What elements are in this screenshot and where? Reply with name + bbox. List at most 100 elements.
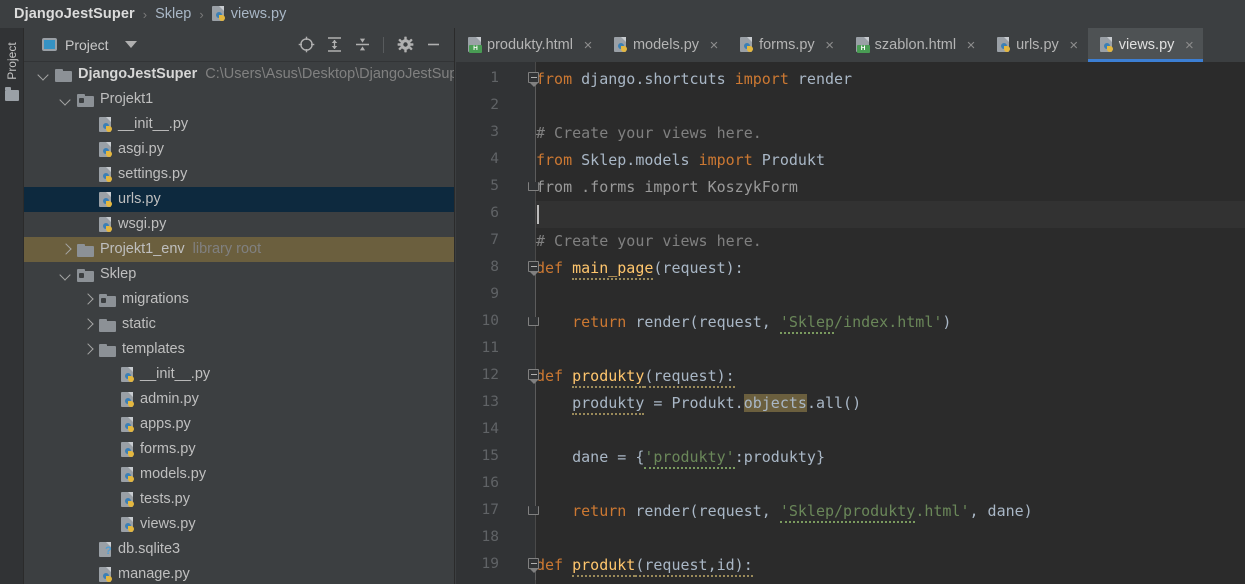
editor-tab-bar: Hprodukty.html × models.py × forms.py × Hszabl…: [456, 28, 1245, 62]
line-number: 12: [481, 367, 499, 383]
chevron-down-icon[interactable]: [124, 41, 137, 48]
tree-row[interactable]: templates: [24, 337, 454, 362]
tree-item-label: asgi.py: [118, 141, 164, 157]
tree-row[interactable]: forms.py: [24, 437, 454, 462]
code-fold-toggle[interactable]: [527, 180, 542, 194]
code-fold-toggle[interactable]: [527, 369, 542, 384]
chevron-right-icon[interactable]: [82, 293, 95, 306]
tree-row[interactable]: admin.py: [24, 387, 454, 412]
collapse-all-icon[interactable]: [350, 33, 374, 57]
tree-row[interactable]: Sklep: [24, 262, 454, 287]
chevron-down-icon[interactable]: [60, 93, 73, 106]
code-fold-toggle[interactable]: [527, 261, 542, 276]
tree-row[interactable]: __init__.py: [24, 362, 454, 387]
tree-row[interactable]: settings.py: [24, 162, 454, 187]
code-fold-toggle[interactable]: [527, 558, 542, 573]
tool-strip-project-button[interactable]: Project: [3, 31, 21, 91]
close-icon[interactable]: ×: [1183, 38, 1195, 53]
text-caret: [537, 205, 539, 224]
python-file-icon: [99, 116, 114, 133]
tree-row[interactable]: models.py: [24, 462, 454, 487]
editor-tab-forms-py[interactable]: forms.py ×: [728, 28, 844, 62]
tree-row[interactable]: DjangoJestSuper C:\Users\Asus\Desktop\Dja…: [24, 62, 454, 87]
tree-item-label: wsgi.py: [118, 216, 167, 232]
breadcrumb-item-sklep[interactable]: Sklep: [155, 6, 191, 22]
tree-row[interactable]: views.py: [24, 512, 454, 537]
python-file-icon: [613, 37, 629, 53]
code-fold-toggle[interactable]: [527, 504, 542, 518]
code-line[interactable]: from django.shortcuts import render: [536, 66, 852, 93]
line-number: 9: [490, 286, 499, 302]
locate-target-icon[interactable]: [294, 33, 318, 57]
line-number: 15: [481, 448, 499, 464]
editor-tab-models-py[interactable]: models.py ×: [602, 28, 728, 62]
close-icon[interactable]: ×: [824, 38, 836, 53]
tree-row[interactable]: asgi.py: [24, 137, 454, 162]
tree-row[interactable]: apps.py: [24, 412, 454, 437]
code-line[interactable]: return render(request, 'Sklep/produkty.h…: [536, 498, 1033, 525]
code-line[interactable]: from Sklep.models import Produkt: [536, 147, 825, 174]
python-file-icon: [99, 166, 114, 183]
python-file-icon: [99, 566, 114, 583]
code-line[interactable]: def produkt(request,id):: [536, 552, 753, 579]
line-number: 10: [481, 313, 499, 329]
line-number: 16: [481, 475, 499, 491]
chevron-right-icon[interactable]: [82, 343, 95, 356]
tree-row[interactable]: urls.py: [24, 187, 454, 212]
tree-row[interactable]: wsgi.py: [24, 212, 454, 237]
tree-row[interactable]: static: [24, 312, 454, 337]
close-icon[interactable]: ×: [582, 38, 594, 53]
tree-row[interactable]: ? db.sqlite3: [24, 537, 454, 562]
code-editor[interactable]: 1 2 3 4 5 6 7 8 9 10 11 12 13 14 15 16 17 18 19 from djang…: [456, 62, 1245, 584]
tree-row[interactable]: tests.py: [24, 487, 454, 512]
tree-row[interactable]: migrations: [24, 287, 454, 312]
python-file-icon: [740, 37, 755, 53]
code-line[interactable]: dane = {'produkty':produkty}: [536, 444, 825, 471]
python-file-icon: [121, 516, 136, 533]
editor-tab-szablon-html[interactable]: Hszablon.html ×: [844, 28, 985, 62]
close-icon[interactable]: ×: [708, 38, 720, 53]
code-line[interactable]: def produkty(request):: [536, 363, 735, 390]
close-icon[interactable]: ×: [1068, 38, 1080, 53]
project-file-tree[interactable]: DjangoJestSuper C:\Users\Asus\Desktop\Dja…: [24, 62, 454, 584]
python-file-icon: [121, 466, 136, 483]
tree-item-label: templates: [122, 341, 185, 357]
line-number: 1: [490, 70, 499, 86]
breadcrumb-item-viewspy[interactable]: views.py: [231, 6, 287, 22]
code-line[interactable]: return render(request, 'Sklep/index.html…: [536, 309, 951, 336]
code-line[interactable]: produkty = Produkt.objects.all(): [536, 390, 861, 417]
line-number: 8: [490, 259, 499, 275]
code-fold-toggle[interactable]: [527, 315, 542, 329]
tree-row[interactable]: Projekt1_env library root: [24, 237, 454, 262]
expand-all-icon[interactable]: [322, 33, 346, 57]
code-line[interactable]: def main_page(request):: [536, 255, 744, 282]
hide-panel-icon[interactable]: [421, 33, 445, 57]
tool-strip-folder-icon[interactable]: [5, 87, 19, 101]
module-folder-icon: [77, 93, 94, 107]
tree-row[interactable]: manage.py: [24, 562, 454, 584]
chevron-down-icon[interactable]: [38, 68, 51, 81]
settings-gear-icon[interactable]: [393, 33, 417, 57]
tree-row[interactable]: __init__.py: [24, 112, 454, 137]
chevron-right-icon[interactable]: [60, 243, 73, 256]
chevron-right-icon[interactable]: [82, 318, 95, 331]
editor-tab-produkty-html[interactable]: Hprodukty.html ×: [456, 28, 602, 62]
html-file-icon: H: [855, 37, 871, 53]
code-line[interactable]: from .forms import KoszykForm: [536, 174, 798, 201]
code-line[interactable]: # Create your views here.: [536, 120, 762, 147]
code-line[interactable]: # Create your views here.: [536, 228, 762, 255]
project-panel-title: Project: [65, 36, 109, 53]
close-icon[interactable]: ×: [965, 38, 977, 53]
breadcrumb-root[interactable]: DjangoJestSuper: [14, 6, 135, 22]
python-file-icon: [99, 141, 114, 158]
editor-tab-views-py[interactable]: views.py ×: [1087, 28, 1204, 62]
editor-gutter[interactable]: 1 2 3 4 5 6 7 8 9 10 11 12 13 14 15 16 17 18 19: [456, 62, 535, 584]
code-fold-toggle[interactable]: [527, 72, 542, 87]
tree-row[interactable]: Projekt1: [24, 87, 454, 112]
editor-tab-urls-py[interactable]: urls.py ×: [985, 28, 1088, 62]
chevron-down-icon[interactable]: [60, 268, 73, 281]
